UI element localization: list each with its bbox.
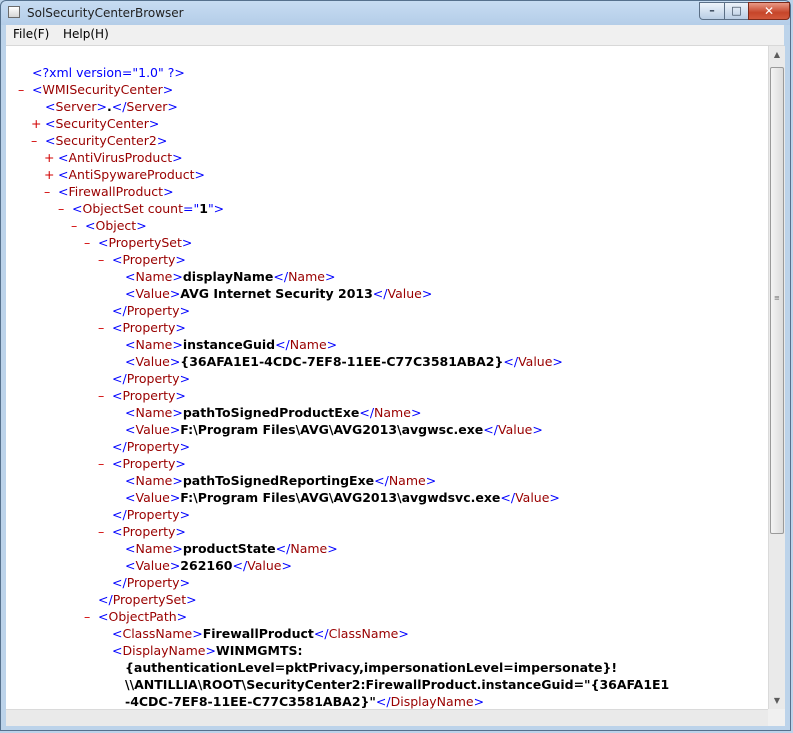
close-icon: ✕ [763,4,775,18]
collapse-icon[interactable]: – [84,608,90,625]
xml-viewer[interactable]: <?xml version="1.0" ?> – <WMISecurityCen… [6,46,768,709]
horizontal-scrollbar[interactable] [6,709,768,726]
close-button[interactable]: ✕ [748,2,790,20]
menu-bar: File(F) Help(H) [6,25,784,46]
expand-icon[interactable]: + [31,115,41,132]
collapse-icon[interactable]: – [98,523,104,540]
menu-file[interactable]: File(F) [13,27,49,41]
collapse-icon[interactable]: – [58,200,64,217]
expand-icon[interactable]: + [44,149,54,166]
title-bar[interactable]: SolSecurityCenterBrowser – □ ✕ [1,1,790,25]
collapse-icon[interactable]: – [98,387,104,404]
scroll-thumb[interactable]: ≡ [770,67,784,534]
collapse-icon[interactable]: – [31,132,37,149]
window-title: SolSecurityCenterBrowser [27,6,184,20]
vertical-scrollbar[interactable]: ▲ ≡ ▼ [768,46,785,709]
menu-help[interactable]: Help(H) [63,27,109,41]
collapse-icon[interactable]: – [18,81,24,98]
maximize-button[interactable]: □ [724,2,749,20]
scrollbar-corner [768,709,785,726]
collapse-icon[interactable]: – [98,319,104,336]
xml-declaration: <?xml version="1.0" ?> [32,65,185,80]
grip-icon: ≡ [774,294,780,302]
collapse-icon[interactable]: – [84,234,90,251]
minimize-button[interactable]: – [699,2,725,20]
collapse-icon[interactable]: – [44,183,50,200]
expand-icon[interactable]: + [44,166,54,183]
collapse-icon[interactable]: – [71,217,77,234]
chevron-down-icon[interactable]: ▼ [769,692,785,709]
chevron-up-icon[interactable]: ▲ [769,46,785,63]
collapse-icon[interactable]: – [98,455,104,472]
maximize-icon: □ [731,4,742,17]
collapse-icon[interactable]: – [98,251,104,268]
app-icon[interactable] [8,6,20,18]
minimize-icon: – [709,4,715,17]
